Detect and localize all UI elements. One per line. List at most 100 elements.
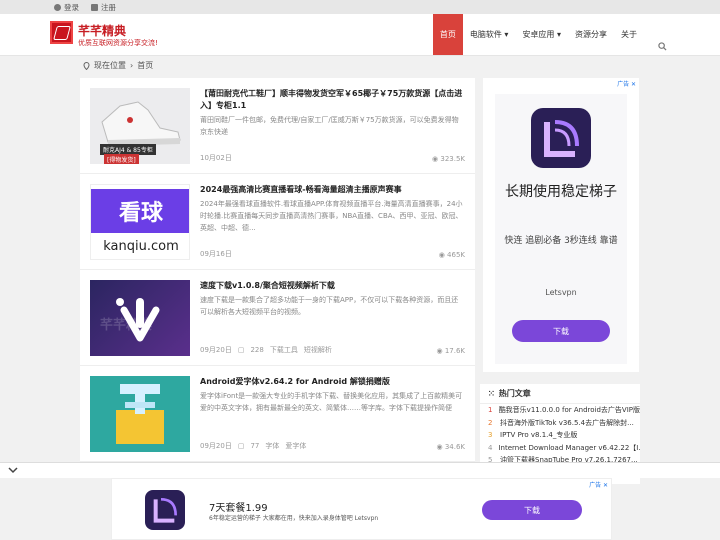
comment-icon: ▢ — [237, 442, 245, 450]
post-tag[interactable]: 爱字体 — [285, 441, 306, 451]
post-meta: 09月20日 ▢ 77 字体 爱字体 — [200, 441, 465, 451]
post-tag[interactable]: 字体 — [265, 441, 279, 451]
bottom-ad[interactable]: 广告 ✕ 7天套餐1.99 6年稳定运营的梯子 大家都在用，快来加入录身体管吧 … — [111, 478, 612, 540]
post-thumbnail[interactable] — [90, 376, 190, 452]
views-count: 34.6K — [444, 443, 465, 451]
ad-collapse-bar — [0, 462, 720, 478]
thumb-url: kanqiu.com — [103, 239, 179, 254]
eye-icon: ◉ — [436, 347, 445, 355]
post-date: 10月02日 — [200, 154, 232, 162]
location-pin-icon — [83, 61, 90, 70]
views-count: 323.5K — [440, 155, 465, 163]
post-item[interactable]: 芊芊精典 速度下载v1.0.8/聚合短视频解析下载 速度下载是一款集合了超多功能… — [80, 270, 475, 366]
nav-resource-share[interactable]: 资源分享 — [568, 14, 614, 55]
ad-download-button[interactable]: 下载 — [482, 500, 582, 520]
ad-brand: Letsvpn — [545, 288, 577, 297]
nav-home[interactable]: 首页 — [432, 14, 463, 55]
site-header: 芊芊精典 优质互联网资源分享交流! 首页 电脑软件 ▾ 安卓应用 ▾ 资源分享 … — [0, 14, 720, 56]
post-meta: 10月02日 — [200, 153, 465, 163]
register-link[interactable]: 注册 — [91, 2, 116, 13]
eye-icon: ◉ — [436, 443, 445, 451]
post-date: 09月20日 — [200, 442, 232, 450]
breadcrumb: 现在位置 › 首页 — [83, 60, 153, 71]
post-tag[interactable]: 下载工具 — [270, 345, 298, 355]
login-link[interactable]: 登录 — [54, 2, 79, 13]
nav-android-apps[interactable]: 安卓应用 ▾ — [515, 14, 568, 55]
post-views: ◉ 465K — [439, 251, 465, 259]
search-icon[interactable] — [658, 42, 667, 51]
hot-article-item[interactable]: 2 抖音海外版TikTok v36.5.4去广告解除封... — [480, 417, 640, 430]
views-count: 17.6K — [444, 347, 465, 355]
hot-article-item[interactable]: 1 酷我音乐v11.0.0.0 for Android去广告VIP版 — [480, 404, 640, 417]
post-item[interactable]: Android爱字体v2.64.2 for Android 解锁捐赠版 爱字体i… — [80, 366, 475, 462]
ad-subtext: 快连 追剧必备 3秒连线 靠谱 — [504, 236, 618, 246]
logo-mark — [52, 25, 71, 40]
post-list: 耐克AJ4 & 85专柜 [得物发货] 【莆田耐克代工鞋厂】顺丰得物发货空军￥6… — [80, 78, 475, 478]
font-app-logo — [116, 384, 164, 444]
ad-subtext: 6年稳定运营的梯子 大家都在用，快来加入录身体管吧 Letsvpn — [209, 515, 379, 522]
site-subtitle: 优质互联网资源分享交流! — [78, 39, 158, 47]
post-item[interactable]: 耐克AJ4 & 85专柜 [得物发货] 【莆田耐克代工鞋厂】顺丰得物发货空军￥6… — [80, 78, 475, 174]
hot-article-link[interactable]: Internet Download Manager v6.42.22【I... — [498, 443, 640, 453]
post-date: 09月20日 — [200, 346, 232, 354]
hot-article-link[interactable]: 酷我音乐v11.0.0.0 for Android去广告VIP版 — [499, 405, 640, 415]
post-title[interactable]: 2024最强高清比赛直播看球-畅看海量超清主播原声赛事 — [200, 184, 465, 196]
comment-icon: ▢ — [237, 346, 245, 354]
lock-icon — [91, 3, 98, 11]
nav-pc-software[interactable]: 电脑软件 ▾ — [463, 14, 516, 55]
post-item[interactable]: 看球 kanqiu.com 2024最强高清比赛直播看球-畅看海量超清主播原声赛… — [80, 174, 475, 270]
hot-article-item[interactable]: 4 Internet Download Manager v6.42.22【I... — [480, 442, 640, 455]
ad-headline: 7天套餐1.99 — [209, 503, 268, 514]
user-icon — [54, 3, 61, 11]
ad-headline: 长期使用稳定梯子 — [505, 184, 617, 200]
hot-article-link[interactable]: 抖音海外版TikTok v36.5.4去广告解除封... — [500, 418, 634, 428]
rank-number: 4 — [488, 443, 493, 452]
letsvpn-logo-icon — [531, 108, 591, 168]
eye-icon: ◉ — [438, 251, 448, 259]
views-count: 465K — [447, 251, 465, 259]
post-views: ◉ 323.5K — [432, 155, 465, 163]
breadcrumb-home[interactable]: 首页 — [137, 60, 153, 71]
rank-number: 2 — [488, 418, 493, 427]
post-tag[interactable]: 短视解析 — [304, 345, 332, 355]
thumb-watermark: 芊芊精典 — [100, 318, 153, 333]
site-logo[interactable] — [50, 21, 73, 44]
grid-icon: ⁙ — [488, 389, 495, 398]
hot-articles-title: 热门文章 — [498, 389, 531, 398]
letsvpn-logo-icon — [145, 490, 185, 530]
ad-content: 长期使用稳定梯子 快连 追剧必备 3秒连线 靠谱 Letsvpn 下载 — [495, 94, 627, 364]
post-meta: 09月20日 ▢ 228 下载工具 短视解析 — [200, 345, 465, 355]
post-thumbnail[interactable]: 芊芊精典 — [90, 280, 190, 356]
rank-number: 1 — [488, 406, 493, 415]
post-date: 09月16日 — [200, 250, 232, 258]
post-title[interactable]: 速度下载v1.0.8/聚合短视频解析下载 — [200, 280, 465, 292]
post-excerpt: 2024年最强看球直播软件.看球直播APP.体育视频直播平台.海量高清直播赛事，… — [200, 200, 463, 232]
thumb-headline: 看球 — [91, 189, 189, 233]
post-excerpt: 莆田同鞋厂一件包邮，免费代理/自家工厂/匡威万斯￥75万款货源，可以免费发得物京… — [200, 116, 459, 136]
hot-article-link[interactable]: IPTV Pro v8.1.4_专业版 — [500, 430, 577, 440]
sidebar-ad[interactable]: 广告 ✕ 长期使用稳定梯子 快连 追剧必备 3秒连线 靠谱 Letsvpn 下载 — [483, 78, 639, 372]
post-views: ◉ 34.6K — [436, 443, 465, 451]
comment-count: 228 — [250, 346, 264, 354]
post-title[interactable]: 【莆田耐克代工鞋厂】顺丰得物发货空军￥65椰子￥75万款货源【点击进入】专柜1.… — [200, 88, 465, 112]
nav-about[interactable]: 关于 — [614, 14, 644, 55]
post-thumbnail[interactable]: 耐克AJ4 & 85专柜 [得物发货] — [90, 88, 190, 164]
ad-download-button[interactable]: 下载 — [512, 320, 610, 342]
post-title[interactable]: Android爱字体v2.64.2 for Android 解锁捐赠版 — [200, 376, 465, 388]
comment-count: 77 — [250, 442, 260, 450]
rank-number: 3 — [488, 431, 493, 440]
site-title[interactable]: 芊芊精典 — [78, 22, 126, 39]
post-thumbnail[interactable]: 看球 kanqiu.com — [90, 184, 190, 260]
post-meta: 09月16日 — [200, 249, 465, 259]
ad-badge[interactable]: 广告 ✕ — [617, 79, 636, 88]
top-bar: 登录 注册 — [0, 0, 720, 14]
ad-badge[interactable]: 广告 ✕ — [589, 480, 608, 489]
hot-articles-header: ⁙ 热门文章 — [480, 384, 640, 404]
post-excerpt: 速度下载是一款集合了超多功能于一身的下载APP，不仅可以下载各种资源，而且还可以… — [200, 296, 459, 316]
hot-article-item[interactable]: 3 IPTV Pro v8.1.4_专业版 — [480, 429, 640, 442]
chevron-down-icon[interactable] — [8, 467, 18, 474]
thumb-badge: [得物发货] — [104, 154, 139, 164]
post-views: ◉ 17.6K — [436, 347, 465, 355]
post-excerpt: 爱字体iFont是一款强大专业的手机字体下载、替换美化应用，其集成了上百款精美可… — [200, 392, 463, 412]
breadcrumb-separator: › — [130, 61, 134, 70]
